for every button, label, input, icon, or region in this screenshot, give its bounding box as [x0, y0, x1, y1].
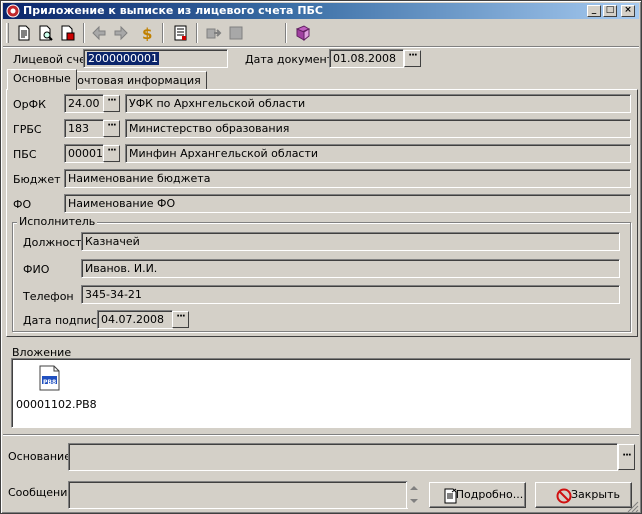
preview-button[interactable] — [35, 22, 57, 44]
pbs-picker-button[interactable]: ··· — [103, 145, 120, 162]
title-bar: Приложение к выписке из лицевого счета П… — [3, 3, 639, 19]
scroll-up-icon[interactable] — [410, 486, 418, 490]
toolbar-separator — [83, 23, 85, 43]
footer-divider — [3, 434, 639, 436]
window-title: Приложение к выписке из лицевого счета П… — [23, 4, 323, 17]
tab-postal-info[interactable]: Почтовая информация — [63, 71, 207, 89]
forward-arrow-icon — [114, 25, 128, 41]
account-value: 2000000001 — [87, 52, 159, 65]
basis-picker-button[interactable]: ··· — [618, 444, 635, 470]
book-icon — [295, 25, 311, 41]
orfk-code-field[interactable]: 24.00 — [64, 94, 104, 113]
executor-group-title: Исполнитель — [17, 215, 98, 228]
new-doc-icon — [18, 25, 30, 41]
orfk-picker-button[interactable]: ··· — [103, 95, 120, 112]
new-doc-button[interactable] — [13, 22, 35, 44]
file-icon — [39, 365, 60, 391]
fio-label: ФИО — [23, 263, 50, 276]
details-button[interactable]: Подробно... — [429, 482, 526, 508]
account-field[interactable]: 2000000001 — [83, 49, 228, 68]
position-field[interactable]: Казначей — [81, 232, 620, 251]
toolbar-grip[interactable] — [6, 23, 9, 43]
message-label: Сообщение — [8, 486, 75, 499]
file-icon-text: PB8 — [43, 379, 57, 386]
export-button[interactable] — [203, 22, 225, 44]
app-icon — [6, 4, 20, 18]
phone-field[interactable]: 345-34-21 — [81, 285, 620, 304]
dollar-icon: $ — [142, 25, 152, 41]
pbs-code-field[interactable]: 00001 — [64, 144, 104, 163]
grbs-name-field[interactable]: Министерство образования — [125, 119, 631, 138]
stop-button[interactable] — [225, 22, 247, 44]
stop-icon — [229, 26, 243, 40]
back-button[interactable] — [88, 22, 110, 44]
svg-text:$: $ — [142, 25, 152, 41]
grbs-label: ГРБС — [13, 123, 42, 136]
fio-field[interactable]: Иванов. И.И. — [81, 259, 620, 278]
message-field[interactable] — [68, 481, 408, 509]
resize-grip-icon[interactable] — [627, 501, 639, 513]
signdate-label: Дата подписи — [23, 314, 105, 327]
toolbar-separator — [162, 23, 164, 43]
maximize-button[interactable]: □ — [603, 5, 617, 17]
grbs-picker-button[interactable]: ··· — [103, 120, 120, 137]
copy-doc-icon — [61, 25, 75, 41]
message-scrollbar[interactable] — [406, 482, 420, 508]
attachment-file-name: 00001102.PB8 — [16, 398, 97, 411]
toolbar-separator — [285, 23, 287, 43]
scroll-down-icon[interactable] — [410, 499, 418, 503]
form-icon — [174, 25, 187, 41]
basis-label: Основание — [8, 450, 71, 463]
toolbar: $ — [4, 21, 638, 45]
orfk-label: ОрФК — [13, 98, 46, 111]
signdate-field[interactable]: 04.07.2008 — [97, 310, 173, 329]
docdate-value: 01.08.2008 — [333, 52, 396, 65]
close-button[interactable]: Закрыть — [535, 482, 632, 508]
details-button-label: Подробно... — [455, 488, 524, 501]
docdate-picker-button[interactable]: ··· — [404, 50, 421, 67]
budget-field[interactable]: Наименование бюджета — [64, 169, 631, 188]
toolbar-separator — [196, 23, 198, 43]
tab-main[interactable]: Основные — [7, 69, 77, 90]
close-no-entry-icon — [556, 488, 572, 504]
orfk-name-field[interactable]: УФК по Архнгельской области — [125, 94, 631, 113]
back-arrow-icon — [92, 25, 106, 41]
minimize-button[interactable]: _ — [587, 5, 601, 17]
attachment-list[interactable]: PB8 00001102.PB8 — [11, 358, 631, 428]
phone-label: Телефон — [23, 290, 74, 303]
close-window-button[interactable]: × — [621, 5, 635, 17]
position-label: Должность — [23, 236, 89, 249]
account-label: Лицевой счет — [13, 53, 93, 66]
attachment-item[interactable]: PB8 00001102.PB8 — [16, 363, 97, 423]
book-button[interactable] — [292, 22, 314, 44]
export-icon — [206, 28, 222, 39]
close-button-label: Закрыть — [571, 488, 620, 501]
grbs-code-field[interactable]: 183 — [64, 119, 104, 138]
pbs-name-field[interactable]: Минфин Архангельской области — [125, 144, 631, 163]
basis-field[interactable] — [68, 443, 618, 471]
fo-label: ФО — [13, 198, 32, 211]
docdate-field[interactable]: 01.08.2008 — [329, 49, 404, 68]
signdate-picker-button[interactable]: ··· — [172, 311, 189, 328]
dollar-button[interactable]: $ — [136, 22, 158, 44]
toolbar-divider — [3, 46, 639, 48]
budget-label: Бюджет — [13, 173, 61, 186]
pbs-label: ПБС — [13, 148, 37, 161]
app-window: Приложение к выписке из лицевого счета П… — [0, 0, 642, 514]
form-button[interactable] — [170, 22, 192, 44]
forward-button[interactable] — [110, 22, 132, 44]
fo-field[interactable]: Наименование ФО — [64, 194, 631, 213]
preview-icon — [39, 25, 53, 41]
copy-doc-button[interactable] — [57, 22, 79, 44]
docdate-label: Дата документа — [245, 53, 340, 66]
